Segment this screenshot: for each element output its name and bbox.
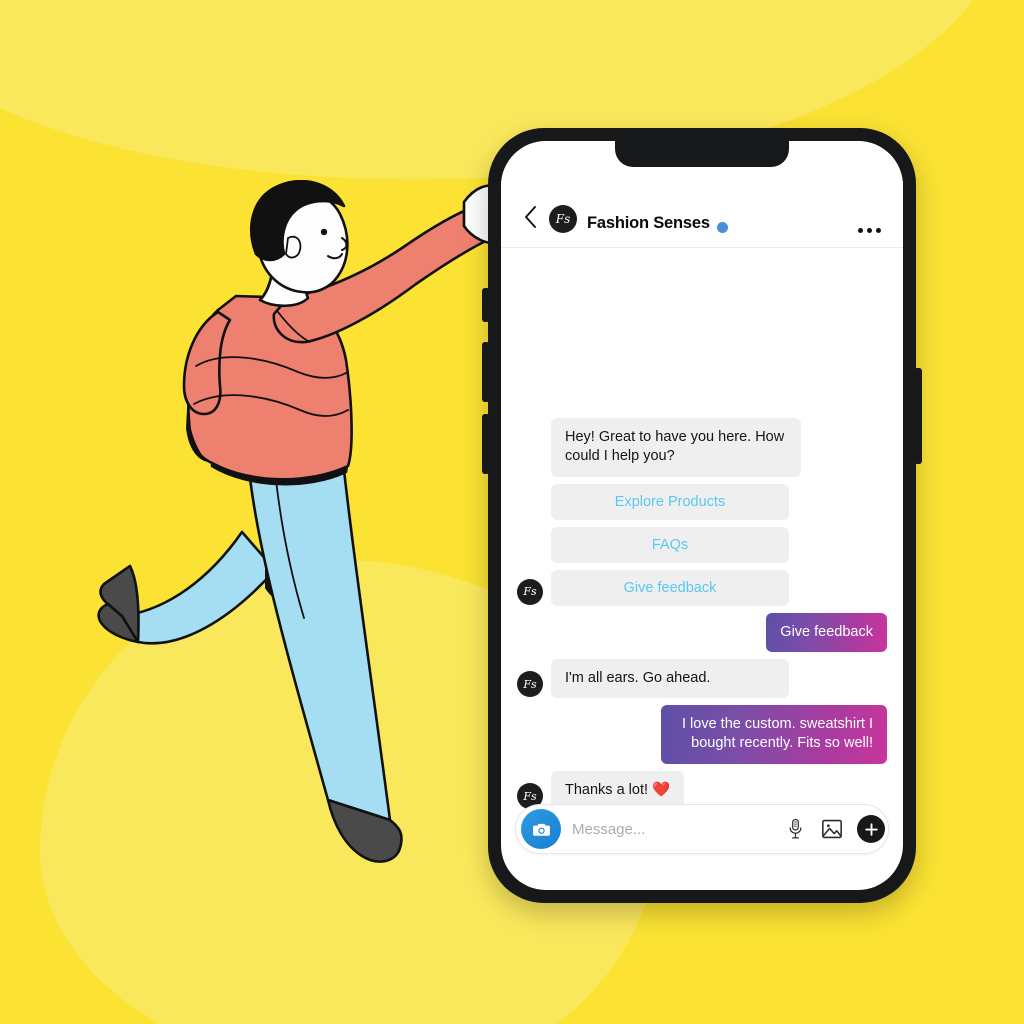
add-attachment-button[interactable] <box>857 815 885 843</box>
more-horizontal-icon-dot <box>876 228 881 233</box>
bot-message-bubble: Hey! Great to have you here. How could I… <box>551 418 801 477</box>
more-horizontal-icon-dot <box>867 228 872 233</box>
avatar-monogram: Fs <box>523 677 537 691</box>
message-composer <box>515 804 889 854</box>
contact-name: Fashion Senses <box>587 214 710 232</box>
quick-reply-faqs[interactable]: FAQs <box>551 526 789 563</box>
user-message-bubble: I love the custom. sweatshirt I bought r… <box>661 705 887 764</box>
message-list: Fs Hey! Great to have you here. How coul… <box>501 248 903 810</box>
message-row: Give feedback <box>517 612 887 652</box>
image-icon <box>822 819 842 839</box>
gallery-button[interactable] <box>819 816 845 842</box>
raised-leg <box>120 530 277 645</box>
chevron-left-icon <box>524 206 536 228</box>
back-button[interactable] <box>517 201 543 233</box>
contact-avatar: Fs <box>549 205 577 233</box>
microphone-button[interactable] <box>782 816 808 842</box>
bot-avatar: Fs <box>517 578 543 605</box>
volume-down-button[interactable] <box>482 414 490 474</box>
more-horizontal-icon-dot <box>858 228 863 233</box>
ear <box>285 235 302 259</box>
phone-mockup: Fs Fashion Senses Fs Hey! Great to have … <box>482 128 922 903</box>
plus-icon <box>864 822 878 836</box>
camera-icon <box>532 823 550 836</box>
microphone-icon <box>789 818 801 839</box>
message-row: Fs I'm all ears. Go ahead. <box>517 658 887 699</box>
eye <box>320 228 328 236</box>
phone-notch <box>615 141 789 167</box>
online-status-dot <box>716 222 728 233</box>
mute-switch-button[interactable] <box>482 288 490 322</box>
avatar-monogram: Fs <box>523 789 537 803</box>
camera-button[interactable] <box>521 809 561 849</box>
power-button[interactable] <box>914 368 922 464</box>
quick-reply-give-feedback[interactable]: Give feedback <box>551 569 789 606</box>
bot-message-bubble: I'm all ears. Go ahead. <box>551 658 789 699</box>
quick-reply-explore-products[interactable]: Explore Products <box>551 483 789 520</box>
user-message-bubble: Give feedback <box>766 612 887 652</box>
message-row: Fs Hey! Great to have you here. How coul… <box>517 418 887 606</box>
scene: Fs Fashion Senses Fs Hey! Great to have … <box>0 0 1024 1024</box>
avatar-monogram: Fs <box>523 585 537 599</box>
avatar-monogram: Fs <box>555 212 571 226</box>
phone-screen: Fs Fashion Senses Fs Hey! Great to have … <box>501 141 903 890</box>
standing-leg <box>246 450 392 822</box>
more-options-button[interactable] <box>858 228 881 233</box>
message-input[interactable] <box>572 820 771 838</box>
message-row: I love the custom. sweatshirt I bought r… <box>517 705 887 764</box>
volume-up-button[interactable] <box>482 342 490 402</box>
bot-avatar: Fs <box>517 671 543 698</box>
